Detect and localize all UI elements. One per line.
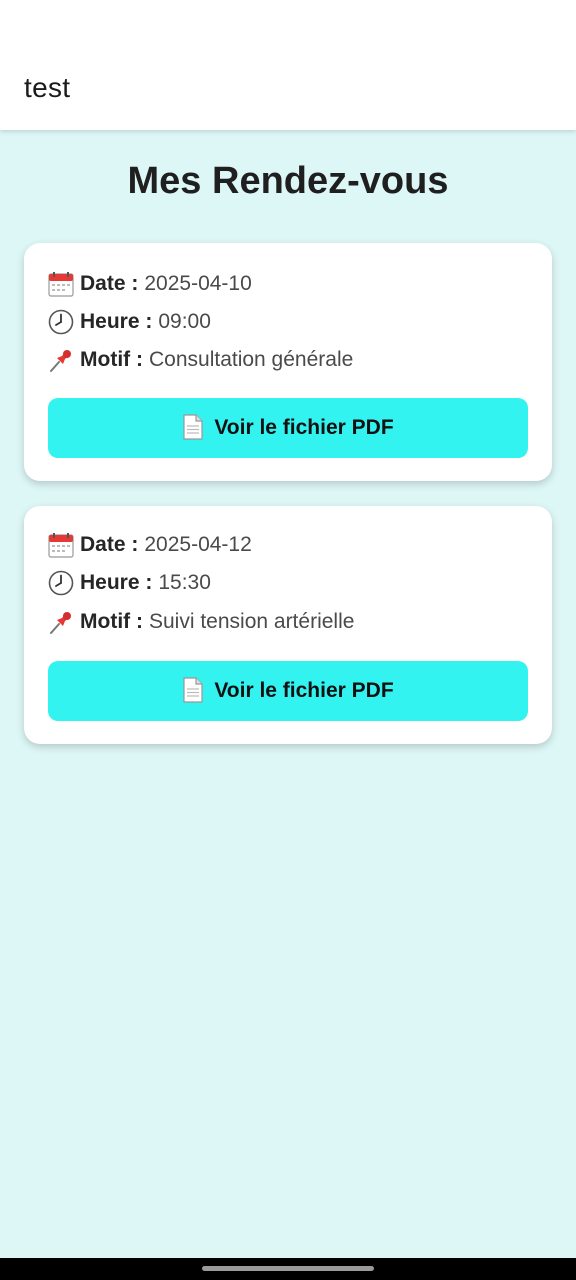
calendar-icon [47,531,75,559]
reason-row: Motif : Suivi tension artérielle [47,607,354,637]
date-value: 2025-04-12 [144,533,252,556]
time-value: 15:30 [158,571,211,594]
document-icon [182,677,208,705]
time-row: Heure : 15:30 [47,568,211,598]
reason-row: Motif : Consultation générale [47,345,353,375]
clock-icon [47,569,75,597]
time-label: Heure : [80,310,153,333]
date-label: Date : [80,272,139,295]
app-title: test [24,72,71,103]
pushpin-icon [47,346,75,374]
time-row: Heure : 09:00 [47,307,211,337]
system-nav-bar [0,1258,576,1280]
reason-label: Motif : [80,610,143,633]
clock-icon [47,308,75,336]
view-pdf-button[interactable]: Voir le fichier PDF [48,661,528,721]
view-pdf-label: Voir le fichier PDF [214,679,394,702]
time-label: Heure : [80,571,153,594]
document-icon [182,414,208,442]
calendar-icon [47,270,75,298]
date-label: Date : [80,533,139,556]
view-pdf-label: Voir le fichier PDF [214,416,394,439]
reason-value: Suivi tension artérielle [148,610,355,633]
app-bar: test [0,0,576,130]
date-value: 2025-04-10 [144,272,252,295]
time-value: 09:00 [158,310,211,333]
pushpin-icon [47,608,75,636]
reason-value: Consultation générale [148,348,354,371]
page-title: Mes Rendez-vous [127,160,449,202]
view-pdf-button[interactable]: Voir le fichier PDF [48,398,528,458]
appointment-card: Date : 2025-04-10 Heure : 09:00 Motif : … [24,243,552,481]
date-row: Date : 2025-04-10 [47,269,252,299]
date-row: Date : 2025-04-12 [47,530,252,560]
home-gesture-handle[interactable] [202,1266,374,1271]
reason-label: Motif : [80,348,143,371]
appointment-card: Date : 2025-04-12 Heure : 15:30 Motif : … [24,506,552,744]
